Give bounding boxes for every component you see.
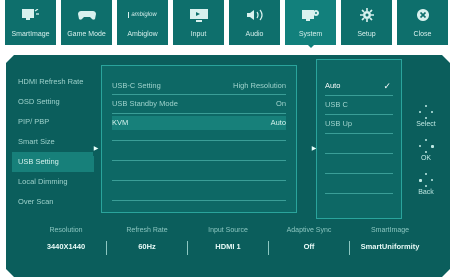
option-usb-up[interactable]: USB Up xyxy=(325,117,393,131)
tab-ambiglow[interactable]: ambiglow Ambiglow xyxy=(117,0,168,45)
setting-kvm[interactable]: KVM Auto xyxy=(112,116,286,130)
ambiglow-logo-text: ambiglow xyxy=(128,12,157,18)
tab-label: Input xyxy=(190,31,207,38)
tab-label: Ambiglow xyxy=(127,31,158,38)
status-label: SmartImage xyxy=(370,227,410,234)
tab-setup[interactable]: Setup xyxy=(341,0,392,45)
system-icon xyxy=(285,7,336,23)
divider xyxy=(325,114,393,115)
menu-item-smart-size[interactable]: Smart Size xyxy=(12,132,94,152)
menu-item-over-scan[interactable]: Over Scan xyxy=(12,192,94,212)
setting-value: High Resolution xyxy=(233,81,286,90)
status-adaptive-sync: Adaptive Sync Off xyxy=(269,223,349,255)
gear-icon xyxy=(341,7,392,23)
submenu-arrow-icon: ▶ xyxy=(93,142,99,156)
tab-label: Setup xyxy=(357,31,376,38)
status-resolution: Resolution 3440X1440 xyxy=(26,223,106,255)
status-label: Refresh Rate xyxy=(126,227,168,234)
divider xyxy=(112,140,286,141)
nav-select[interactable]: Select xyxy=(406,105,446,128)
menu-item-local-dimming[interactable]: Local Dimming xyxy=(12,172,94,192)
setting-label: USB-C Setting xyxy=(112,81,161,90)
menu-item-hdmi-refresh-rate[interactable]: HDMI Refresh Rate xyxy=(12,72,94,92)
divider xyxy=(112,94,286,95)
tab-game-mode[interactable]: Game Mode xyxy=(61,0,112,45)
status-smartimage: SmartImage SmartUniformity xyxy=(350,223,430,255)
tab-label: Game Mode xyxy=(67,31,106,38)
kvm-options-panel: Auto ✓ USB C USB Up xyxy=(316,59,402,219)
tab-label: System xyxy=(298,31,323,38)
ambiglow-logo: ambiglow xyxy=(117,7,168,23)
smartimage-icon xyxy=(5,7,56,23)
osd-panel: HDMI Refresh Rate OSD Setting PIP/ PBP S… xyxy=(6,55,450,277)
tab-label: Close xyxy=(413,31,432,38)
divider xyxy=(112,180,286,181)
status-value: HDMI 1 xyxy=(215,242,241,251)
divider xyxy=(112,160,286,161)
tab-close[interactable]: Close xyxy=(397,0,448,45)
status-value: SmartUniformity xyxy=(360,242,420,251)
setting-usb-c[interactable]: USB-C Setting High Resolution xyxy=(112,79,286,93)
nav-label: OK xyxy=(420,155,432,162)
divider xyxy=(325,173,393,174)
status-label: Resolution xyxy=(49,227,83,234)
status-value: Off xyxy=(303,242,315,251)
status-label: Adaptive Sync xyxy=(286,227,332,234)
menu-item-pip-pbp[interactable]: PIP/ PBP xyxy=(12,112,94,132)
tab-input[interactable]: Input xyxy=(173,0,224,45)
nav-back[interactable]: Back xyxy=(406,173,446,196)
setting-value: On xyxy=(275,99,286,108)
divider xyxy=(325,153,393,154)
speaker-icon xyxy=(229,7,280,23)
usb-settings-panel: USB-C Setting High Resolution USB Standb… xyxy=(101,65,297,213)
status-value: 60Hz xyxy=(138,242,156,251)
tab-bar: SmartImage Game Mode ambiglow Ambiglow I… xyxy=(0,0,455,48)
divider xyxy=(325,193,393,194)
status-input-source: Input Source HDMI 1 xyxy=(188,223,268,255)
menu-item-osd-setting[interactable]: OSD Setting xyxy=(12,92,94,112)
divider xyxy=(325,95,393,96)
back-dpad-icon xyxy=(419,173,433,187)
setting-label: USB Standby Mode xyxy=(112,99,178,108)
setting-usb-standby-mode[interactable]: USB Standby Mode On xyxy=(112,97,286,111)
divider xyxy=(325,133,393,134)
menu-item-usb-setting[interactable]: USB Setting xyxy=(12,152,94,172)
status-bar: Resolution 3440X1440 Refresh Rate 60Hz I… xyxy=(26,223,432,263)
option-usb-c[interactable]: USB C xyxy=(325,98,393,112)
status-label: Input Source xyxy=(208,227,248,234)
option-label: Auto xyxy=(325,81,341,90)
input-icon xyxy=(173,7,224,23)
tab-label: Audio xyxy=(245,31,264,38)
status-value: 3440X1440 xyxy=(46,242,86,251)
tab-audio[interactable]: Audio xyxy=(229,0,280,45)
setting-label: KVM xyxy=(112,118,129,127)
status-refresh-rate: Refresh Rate 60Hz xyxy=(107,223,187,255)
option-auto[interactable]: Auto ✓ xyxy=(325,79,393,93)
setting-value: Auto xyxy=(270,118,286,127)
nav-ok[interactable]: OK xyxy=(406,139,446,162)
tab-label: SmartImage xyxy=(11,31,50,38)
divider xyxy=(112,200,286,201)
system-menu-list: HDMI Refresh Rate OSD Setting PIP/ PBP S… xyxy=(12,72,94,212)
active-tab-caret xyxy=(308,45,314,48)
gamepad-icon xyxy=(61,7,112,23)
nav-label: Back xyxy=(418,189,434,196)
select-dpad-icon xyxy=(419,105,433,119)
divider xyxy=(112,113,286,114)
close-icon xyxy=(397,7,448,23)
ok-dpad-icon xyxy=(419,139,434,153)
tab-system[interactable]: System xyxy=(285,0,336,48)
check-icon: ✓ xyxy=(383,81,391,91)
nav-label: Select xyxy=(416,121,436,128)
tab-smartimage[interactable]: SmartImage xyxy=(5,0,56,45)
